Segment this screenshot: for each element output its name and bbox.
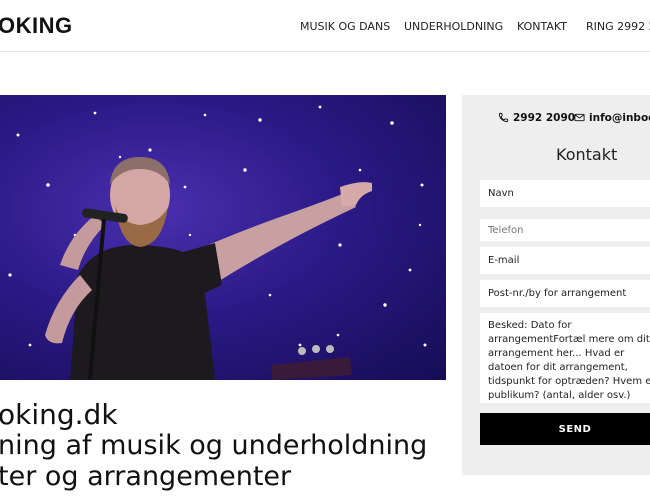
contact-title: Kontakt bbox=[556, 145, 618, 164]
contact-panel: 2992 2090 info@inbooking.dk Kontakt Besk… bbox=[462, 95, 650, 475]
brand-heading: oking.dk bbox=[0, 398, 118, 431]
email-field[interactable] bbox=[480, 247, 650, 274]
phone-link[interactable]: 2992 2090 bbox=[498, 112, 575, 124]
email-address: info@inbooking.dk bbox=[589, 112, 650, 124]
postal-field[interactable] bbox=[480, 280, 650, 307]
send-button[interactable]: SEND bbox=[480, 413, 650, 445]
nav-kontakt[interactable]: KONTAKT bbox=[517, 20, 567, 33]
name-field[interactable] bbox=[480, 180, 650, 207]
nav-underholdning[interactable]: UNDERHOLDNING bbox=[404, 20, 503, 33]
phone-icon bbox=[498, 112, 509, 123]
hero-image bbox=[0, 95, 446, 380]
mail-icon bbox=[574, 113, 585, 122]
main-nav: MUSIK OG DANS UNDERHOLDNING KONTAKT RING… bbox=[0, 20, 650, 36]
email-link[interactable]: info@inbooking.dk bbox=[574, 112, 650, 124]
headline-line-2: ter og arrangementer bbox=[0, 461, 292, 492]
phone-number: 2992 2090 bbox=[513, 112, 576, 124]
nav-ring[interactable]: RING 2992 2090 bbox=[586, 20, 650, 33]
nav-musik-og-dans[interactable]: MUSIK OG DANS bbox=[300, 20, 390, 33]
phone-field[interactable] bbox=[480, 219, 650, 241]
singer-illustration bbox=[8, 105, 427, 380]
headline-line-1: ning af musik og underholdning bbox=[0, 430, 428, 461]
site-header: OKING MUSIK OG DANS UNDERHOLDNING KONTAK… bbox=[0, 0, 650, 52]
message-field[interactable]: Besked: Dato for arrangementFortæl mere … bbox=[480, 313, 650, 403]
